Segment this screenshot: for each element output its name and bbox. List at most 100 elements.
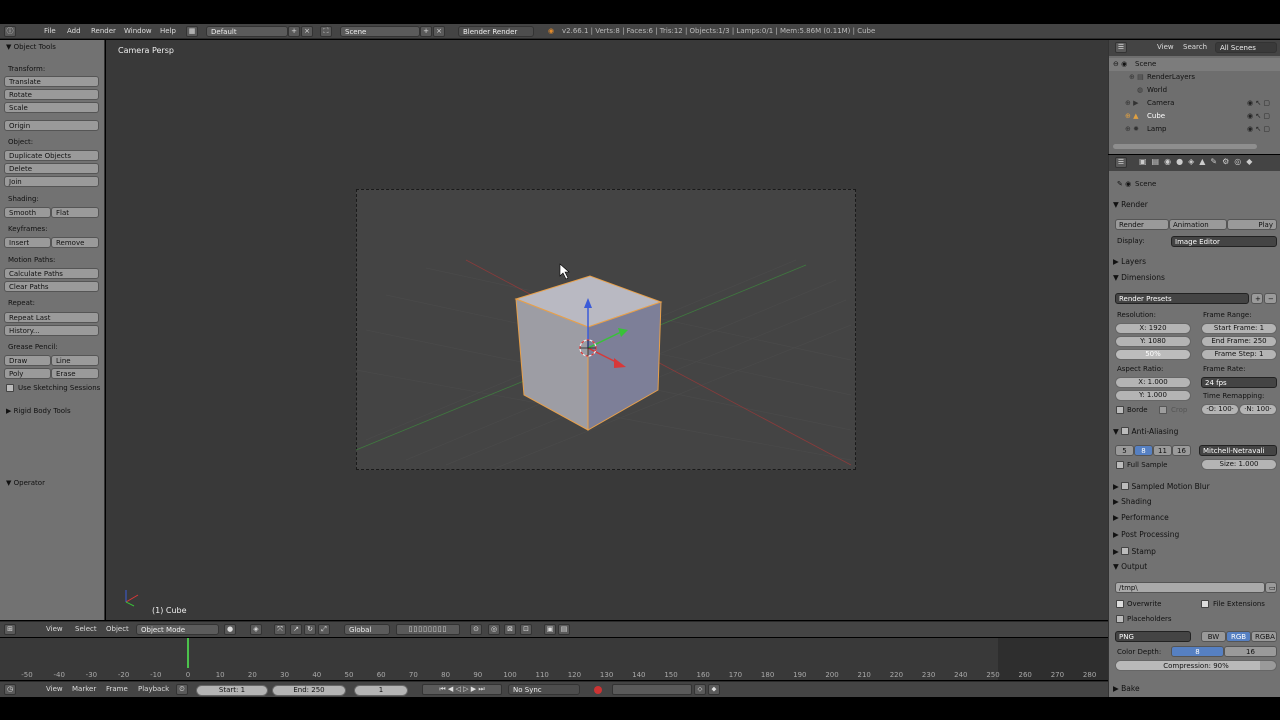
remove-layout-icon[interactable]: × bbox=[301, 26, 313, 37]
render-presets-select[interactable]: Render Presets bbox=[1115, 293, 1249, 304]
color-depth-8[interactable]: 8 bbox=[1171, 646, 1224, 657]
current-frame-field[interactable]: 1 bbox=[354, 685, 408, 696]
color-depth-16[interactable]: 16 bbox=[1224, 646, 1277, 657]
translate-button[interactable]: Translate bbox=[4, 76, 99, 87]
rotate-button[interactable]: Rotate bbox=[4, 89, 99, 100]
motion-blur-checkbox[interactable] bbox=[1121, 482, 1130, 490]
menu-window[interactable]: Window bbox=[124, 27, 152, 35]
outliner-scrollbar[interactable] bbox=[1113, 144, 1257, 149]
outliner-item-scene[interactable]: ⊖ ◉ Scene bbox=[1109, 58, 1280, 71]
resolution-x-field[interactable]: X: 1920 bbox=[1115, 323, 1191, 334]
crop-checkbox[interactable] bbox=[1159, 406, 1167, 414]
aa-samples-11[interactable]: 11 bbox=[1153, 445, 1172, 456]
layers-panel-header[interactable]: ▶ Layers bbox=[1113, 257, 1277, 266]
sketching-checkbox[interactable] bbox=[6, 384, 14, 392]
duplicate-objects-button[interactable]: Duplicate Objects bbox=[4, 150, 99, 161]
join-button[interactable]: Join bbox=[4, 176, 99, 187]
viewport-menu-select[interactable]: Select bbox=[75, 625, 97, 633]
outliner-item-lamp[interactable]: ⊕ ✹ Lamp ◉ ↖ ▢ bbox=[1109, 123, 1280, 136]
scene-icon[interactable]: ⛶ bbox=[320, 26, 332, 37]
anti-aliasing-panel-header[interactable]: ▼ Anti-Aliasing bbox=[1113, 426, 1277, 436]
orientation-select[interactable]: Global bbox=[344, 624, 390, 635]
menu-help[interactable]: Help bbox=[160, 27, 176, 35]
compression-slider[interactable]: Compression: 90% bbox=[1115, 660, 1277, 671]
context-tabs-icons[interactable]: ▣▤◉●◈▲✎⚙◎◆ bbox=[1139, 157, 1257, 166]
aa-samples-8[interactable]: 8 bbox=[1134, 445, 1153, 456]
display-select[interactable]: Image Editor bbox=[1171, 236, 1277, 247]
timeline-menu-view[interactable]: View bbox=[46, 685, 63, 693]
keying-set-field[interactable] bbox=[612, 684, 692, 695]
render-panel-header[interactable]: ▼ Render bbox=[1113, 200, 1277, 209]
file-format-select[interactable]: PNG bbox=[1115, 631, 1191, 642]
sync-select[interactable]: No Sync bbox=[508, 684, 580, 695]
anti-aliasing-checkbox[interactable] bbox=[1121, 427, 1130, 435]
proportional-edit-icon[interactable]: ◎ bbox=[488, 624, 500, 635]
origin-button[interactable]: Origin bbox=[4, 120, 99, 131]
render-engine-select[interactable]: Blender Render bbox=[458, 26, 534, 37]
overwrite-checkbox[interactable] bbox=[1116, 600, 1124, 608]
mode-select[interactable]: Object Mode bbox=[136, 624, 219, 635]
outliner-item-world[interactable]: ◍ World bbox=[1109, 84, 1280, 97]
file-extensions-checkbox[interactable] bbox=[1201, 600, 1209, 608]
visibility-icons[interactable]: ◉ ↖ ▢ bbox=[1247, 112, 1270, 120]
line-button[interactable]: Line bbox=[51, 355, 99, 366]
timeline-menu-marker[interactable]: Marker bbox=[72, 685, 96, 693]
stamp-checkbox[interactable] bbox=[1121, 547, 1130, 555]
scale-manip-icon[interactable]: ⤢ bbox=[318, 624, 330, 635]
calculate-paths-button[interactable]: Calculate Paths bbox=[4, 268, 99, 279]
record-icon[interactable] bbox=[594, 686, 602, 694]
resolution-y-field[interactable]: Y: 1080 bbox=[1115, 336, 1191, 347]
insert-keyframe-icon[interactable]: ⬦ bbox=[694, 684, 706, 695]
aspect-y-field[interactable]: Y: 1.000 bbox=[1115, 390, 1191, 401]
view3d-editor-icon[interactable]: ⊞ bbox=[4, 624, 16, 635]
visibility-icons[interactable]: ◉ ↖ ▢ bbox=[1247, 99, 1270, 107]
outliner-menu-view[interactable]: View bbox=[1157, 43, 1174, 51]
draw-button[interactable]: Draw bbox=[4, 355, 51, 366]
output-panel-header[interactable]: ▼ Output bbox=[1113, 562, 1277, 571]
stamp-panel-header[interactable]: ▶ Stamp bbox=[1113, 546, 1277, 556]
viewport-menu-view[interactable]: View bbox=[46, 625, 63, 633]
smooth-button[interactable]: Smooth bbox=[4, 207, 51, 218]
aa-samples-5[interactable]: 5 bbox=[1115, 445, 1134, 456]
outliner-filter-select[interactable]: All Scenes bbox=[1215, 42, 1277, 53]
menu-render[interactable]: Render bbox=[91, 27, 116, 35]
remove-preset-icon[interactable]: − bbox=[1264, 293, 1277, 304]
add-layout-icon[interactable]: + bbox=[288, 26, 300, 37]
insert-keyframe-button[interactable]: Insert bbox=[4, 237, 51, 248]
scene-field[interactable]: Scene bbox=[340, 26, 420, 37]
outliner-item-cube[interactable]: ⊕ ▲ Cube ◉ ↖ ▢ bbox=[1109, 110, 1280, 123]
timeline-menu-frame[interactable]: Frame bbox=[106, 685, 128, 693]
erase-button[interactable]: Erase bbox=[51, 368, 99, 379]
playback-controls-icon[interactable]: ⏮ ◀ ◁ ▷ ▶ ⏭ bbox=[422, 684, 502, 695]
pivot-icon[interactable]: ◈ bbox=[250, 624, 262, 635]
delete-keyframe-icon[interactable]: ⬥ bbox=[708, 684, 720, 695]
dimensions-panel-header[interactable]: ▼ Dimensions bbox=[1113, 273, 1277, 282]
motion-blur-panel-header[interactable]: ▶ Sampled Motion Blur bbox=[1113, 481, 1277, 491]
flat-button[interactable]: Flat bbox=[51, 207, 99, 218]
opengl-render-icon[interactable]: ▤ bbox=[558, 624, 570, 635]
poly-button[interactable]: Poly bbox=[4, 368, 51, 379]
full-sample-checkbox[interactable] bbox=[1116, 461, 1124, 469]
object-tools-title[interactable]: ▼ Object Tools bbox=[6, 43, 56, 51]
border-checkbox[interactable] bbox=[1116, 406, 1124, 414]
playhead[interactable] bbox=[187, 638, 189, 668]
remap-old-field[interactable]: ·O: 100· bbox=[1201, 404, 1239, 415]
3d-viewport[interactable]: Camera Persp (1) Cube bbox=[106, 40, 1108, 620]
scale-button[interactable]: Scale bbox=[4, 102, 99, 113]
snap-target-icon[interactable]: ⊡ bbox=[520, 624, 532, 635]
resolution-percent-slider[interactable]: 50% bbox=[1115, 349, 1191, 360]
end-frame-field[interactable]: End: 250 bbox=[272, 685, 346, 696]
layers-grid-icon[interactable]: ▯▯▯▯▯▯▯▯ bbox=[396, 624, 460, 635]
clear-paths-button[interactable]: Clear Paths bbox=[4, 281, 99, 292]
menu-add[interactable]: Add bbox=[67, 27, 81, 35]
menu-file[interactable]: File bbox=[44, 27, 56, 35]
outliner-menu-search[interactable]: Search bbox=[1183, 43, 1207, 51]
aa-samples-16[interactable]: 16 bbox=[1172, 445, 1191, 456]
viewport-menu-object[interactable]: Object bbox=[106, 625, 129, 633]
bake-panel-header[interactable]: ▶ Bake bbox=[1113, 684, 1277, 693]
rigid-body-panel[interactable]: ▶ Rigid Body Tools bbox=[6, 407, 71, 415]
post-processing-panel-header[interactable]: ▶ Post Processing bbox=[1113, 530, 1277, 539]
screen-layout-icon[interactable]: ▦ bbox=[186, 26, 198, 37]
animation-button[interactable]: Animation bbox=[1169, 219, 1227, 230]
manipulator-toggle-icon[interactable]: ⤧ bbox=[274, 624, 286, 635]
